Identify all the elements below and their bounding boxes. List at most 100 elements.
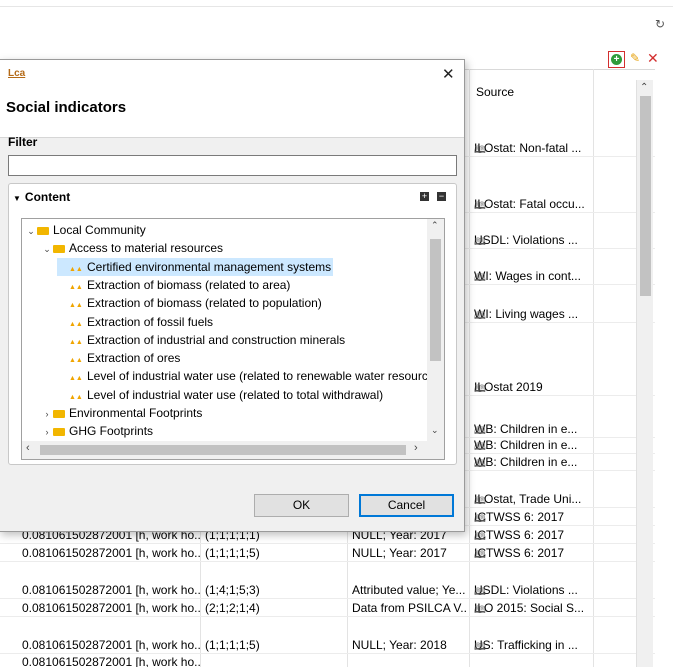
- source-cell-text: ILOstat, Trade Uni...: [474, 492, 582, 506]
- add-indicator-button[interactable]: +: [608, 51, 625, 68]
- source-column-header[interactable]: Source: [476, 85, 514, 99]
- tree-folder-node[interactable]: › GHG Footprints: [41, 422, 154, 441]
- tree-folder-node[interactable]: › Environmental Footprints: [41, 404, 203, 423]
- source-cell: 🕮 ICTWSS 6: 2017: [474, 528, 592, 542]
- scroll-down-icon[interactable]: ⌄: [431, 425, 439, 436]
- indicator-tree[interactable]: ⌄ Local Community ⌄ Access to material reso…: [21, 218, 445, 460]
- tree-vertical-scrollbar[interactable]: ⌃ ⌄: [427, 219, 444, 441]
- source-book-icon: 🕮: [474, 311, 486, 321]
- amount-cell: 0.081061502872001 [h, work ho...: [22, 655, 200, 667]
- source-cell-text: ILOstat: Fatal occu...: [474, 197, 585, 211]
- tree-node-label: Extraction of ores: [87, 351, 181, 366]
- delete-icon[interactable]: ✕: [647, 50, 659, 67]
- close-icon[interactable]: ✕: [442, 65, 455, 83]
- risk-level-cell: (1;1;1;1;5): [205, 638, 345, 652]
- source-book-icon: 🕮: [474, 201, 486, 211]
- tree-node-label: Certified environmental management syste…: [87, 259, 332, 274]
- chevron-right-icon[interactable]: ›: [41, 405, 53, 423]
- chevron-down-icon[interactable]: ⌄: [25, 222, 37, 240]
- chevron-right-icon[interactable]: ›: [41, 423, 53, 441]
- amount-cell-text: 0.081061502872001 [h, work ho...: [22, 638, 200, 652]
- source-book-icon: 🕮: [474, 642, 486, 652]
- table-scrollbar[interactable]: ⌃: [636, 80, 653, 667]
- tree-node-label: Environmental Footprints: [69, 406, 203, 420]
- folder-icon: [53, 410, 65, 418]
- content-section: ▼ Content + − ⌄ Local Community ⌄ Access to …: [8, 183, 457, 465]
- content-section-header[interactable]: ▼ Content: [13, 190, 70, 204]
- tree-indicator-node[interactable]: ▲▲ Extraction of fossil fuels: [57, 313, 213, 331]
- source-cell-text: WI: Wages in cont...: [474, 269, 581, 283]
- scrollbar-thumb[interactable]: [40, 445, 406, 455]
- tree-node-label: Level of industrial water use (related t…: [87, 369, 428, 384]
- table-row[interactable]: 0.081061502872001 [h, work ho...: [0, 653, 655, 667]
- collapse-all-icon[interactable]: −: [437, 192, 446, 201]
- collapse-section-icon[interactable]: ▼: [13, 194, 21, 203]
- expand-all-icon[interactable]: +: [420, 192, 429, 201]
- tree-indicator-node[interactable]: ▲▲ Level of industrial water use (related…: [57, 386, 383, 404]
- source-cell: 🕮 WB: Children in e...: [474, 455, 592, 469]
- source-book-icon: 🕮: [474, 496, 486, 506]
- source-book-icon: 🕮: [474, 442, 486, 452]
- scroll-left-icon[interactable]: ‹: [26, 442, 30, 454]
- source-book-icon: 🕮: [474, 145, 486, 155]
- scroll-right-icon[interactable]: ›: [414, 442, 418, 454]
- tree-node-label: GHG Footprints: [69, 424, 154, 439]
- source-cell: 🕮 ILO 2015: Social S...: [474, 601, 592, 615]
- table-row[interactable]: 0.081061502872001 [h, work ho... (1;1;1;1…: [0, 544, 655, 562]
- scrollbar-thumb[interactable]: [640, 96, 651, 296]
- source-book-icon: 🕮: [474, 237, 486, 247]
- source-cell: 🕮 ILOstat: Non-fatal ...: [474, 141, 592, 155]
- source-cell-text: WB: Children in e...: [474, 455, 578, 469]
- source-cell: 🕮 WI: Wages in cont...: [474, 269, 592, 283]
- scroll-up-icon[interactable]: ⌃: [640, 82, 648, 93]
- dialog-header: Social indicators: [0, 89, 464, 138]
- table-row[interactable]: 0.081061502872001 [h, work ho... (2;1;2;1…: [0, 599, 655, 617]
- source-cell-text: ICTWSS 6: 2017: [474, 510, 565, 524]
- folder-icon: [53, 245, 65, 254]
- chevron-down-icon[interactable]: ⌄: [41, 240, 53, 258]
- risk-level-cell: (1;1;1;1;5): [205, 546, 345, 560]
- refresh-icon[interactable]: ↻: [655, 17, 665, 31]
- source-book-icon: 🕮: [474, 273, 486, 283]
- tree-indicator-node[interactable]: ▲▲ Level of industrial water use (related…: [57, 367, 428, 385]
- tree-node-label: Extraction of fossil fuels: [87, 314, 214, 329]
- source-cell: 🕮 ILOstat: Fatal occu...: [474, 197, 592, 211]
- risk-level-cell: (2;1;2;1;4): [205, 601, 345, 615]
- risk-level-cell-text: (1;1;1;1;5): [205, 638, 260, 652]
- tree-indicator-node[interactable]: ▲▲ Extraction of industrial and construct…: [57, 331, 345, 349]
- source-book-icon: 🕮: [474, 426, 486, 436]
- source-book-icon: 🕮: [474, 605, 486, 615]
- tree-horizontal-scrollbar[interactable]: ‹ ›: [22, 441, 427, 459]
- tree-node-label: Extraction of industrial and constructio…: [87, 332, 346, 347]
- scrollbar-thumb[interactable]: [430, 239, 441, 361]
- edit-icon[interactable]: ✎: [630, 51, 640, 65]
- amount-cell: 0.081061502872001 [h, work ho...: [22, 583, 200, 597]
- source-cell-text: USDL: Violations ...: [474, 583, 578, 597]
- column-divider: [593, 69, 594, 667]
- amount-cell: 0.081061502872001 [h, work ho...: [22, 546, 200, 560]
- tree-indicator-node[interactable]: ▲▲ Extraction of biomass (related to area…: [57, 276, 290, 294]
- ok-button[interactable]: OK: [254, 494, 349, 517]
- scroll-up-icon[interactable]: ⌃: [431, 220, 439, 231]
- dialog-titlebar: Lca ✕: [0, 60, 464, 89]
- tree-folder-node[interactable]: ⌄ Local Community: [25, 221, 145, 240]
- source-cell-text: USDL: Violations ...: [474, 233, 578, 247]
- risk-level-cell-text: (2;1;2;1;4): [205, 601, 260, 615]
- amount-cell-text: 0.081061502872001 [h, work ho...: [22, 583, 200, 597]
- cancel-button[interactable]: Cancel: [359, 494, 454, 517]
- tree-indicator-node[interactable]: ▲▲ Extraction of biomass (related to popu…: [57, 294, 322, 312]
- tree-indicator-node[interactable]: ▲▲ Certified environmental management sys…: [57, 257, 334, 276]
- folder-icon: [53, 428, 65, 437]
- table-row[interactable]: 0.081061502872001 [h, work ho... (1;4;1;5…: [0, 581, 655, 599]
- table-row[interactable]: 0.081061502872001 [h, work ho... (1;1;1;1…: [0, 636, 655, 654]
- tree-folder-node[interactable]: ⌄ Access to material resources: [41, 239, 223, 257]
- source-cell-text: WI: Living wages ...: [474, 307, 579, 321]
- comment-cell: NULL; Year: 2018: [352, 638, 468, 652]
- source-cell-text: ICTWSS 6: 2017: [474, 528, 565, 542]
- filter-label: Filter: [8, 135, 38, 149]
- source-cell: 🕮 ICTWSS 6: 2017: [474, 510, 592, 524]
- openlca-logo: Lca: [8, 68, 26, 79]
- dialog-title: Social indicators: [6, 99, 127, 116]
- filter-input[interactable]: [8, 155, 457, 176]
- tree-indicator-node[interactable]: ▲▲ Extraction of ores: [57, 349, 180, 367]
